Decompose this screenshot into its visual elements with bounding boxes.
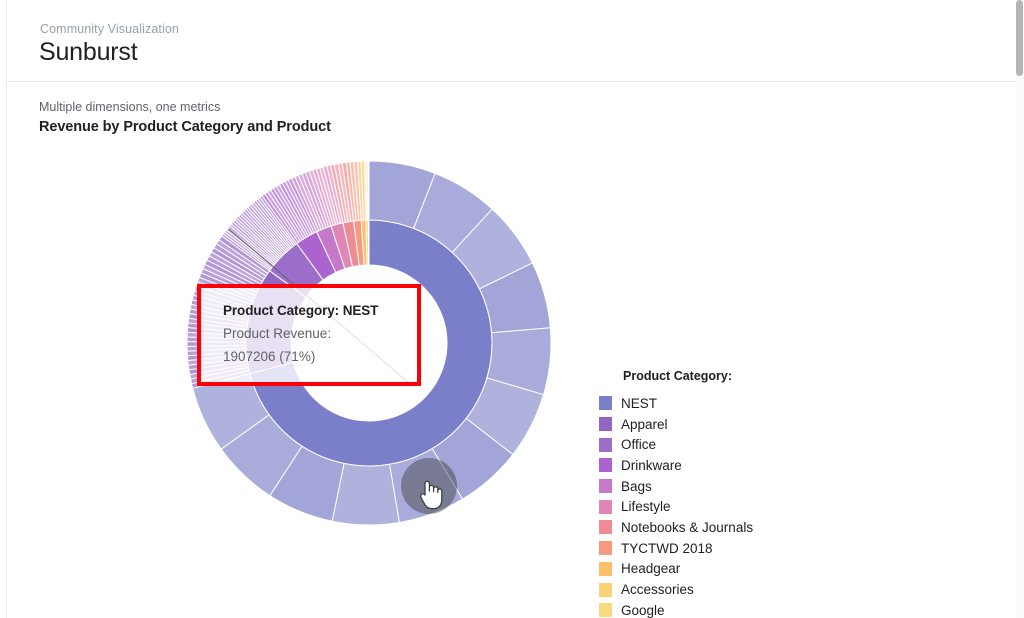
legend-item[interactable]: Office — [599, 434, 859, 455]
legend-swatch — [599, 520, 612, 534]
slice-tooltip: Product Category: NEST Product Revenue: … — [197, 284, 421, 386]
legend-swatch — [599, 583, 612, 597]
legend-label: TYCTWD 2018 — [621, 541, 713, 556]
report-header: Community Visualization Sunburst — [7, 0, 1017, 82]
tooltip-category: Product Category: NEST — [223, 300, 417, 322]
legend-item[interactable]: Google — [599, 600, 859, 618]
legend-item-list: NEST Apparel Office Drinkware Bags Lifestyle N… — [599, 393, 859, 618]
legend-label: Office — [621, 437, 656, 452]
legend: Product Category: NEST Apparel Office Drink… — [599, 369, 859, 618]
tooltip-metric-label: Product Revenue: — [223, 322, 417, 345]
legend-label: Drinkware — [621, 458, 682, 473]
legend-swatch — [599, 417, 612, 431]
legend-label: Lifestyle — [621, 499, 671, 514]
legend-item[interactable]: Accessories — [599, 579, 859, 600]
page-scrollbar-thumb[interactable] — [1016, 0, 1023, 76]
legend-label: Apparel — [621, 417, 668, 432]
legend-item[interactable]: Lifestyle — [599, 496, 859, 517]
legend-label: Google — [621, 603, 665, 618]
tooltip-metric-value: 1907206 (71%) — [223, 345, 417, 368]
legend-swatch — [599, 603, 612, 617]
legend-item[interactable]: Drinkware — [599, 455, 859, 476]
legend-label: Bags — [621, 479, 652, 494]
legend-item[interactable]: Bags — [599, 476, 859, 497]
legend-swatch — [599, 500, 612, 514]
legend-label: Headgear — [621, 561, 680, 576]
legend-swatch — [599, 396, 612, 410]
legend-item[interactable]: TYCTWD 2018 — [599, 538, 859, 559]
legend-label: Accessories — [621, 582, 694, 597]
sunburst-report-page: Community Visualization Sunburst Multipl… — [0, 0, 1024, 618]
chart-sub-label: Multiple dimensions, one metrics — [39, 100, 220, 114]
legend-item[interactable]: Notebooks & Journals — [599, 517, 859, 538]
legend-item[interactable]: Apparel — [599, 414, 859, 435]
legend-swatch — [599, 541, 612, 555]
chart-title: Revenue by Product Category and Product — [39, 119, 331, 135]
sunburst-inner-slice[interactable] — [368, 220, 369, 265]
legend-label: NEST — [621, 396, 657, 411]
page-scrollbar-track[interactable] — [1015, 0, 1024, 618]
legend-swatch — [599, 479, 612, 493]
chart-card: Multiple dimensions, one metrics Revenue… — [7, 83, 1017, 618]
legend-label: Notebooks & Journals — [621, 520, 753, 535]
page-title: Sunburst — [39, 38, 137, 67]
legend-swatch — [599, 438, 612, 452]
legend-swatch — [599, 458, 612, 472]
legend-item[interactable]: NEST — [599, 393, 859, 414]
report-eyebrow: Community Visualization — [40, 22, 179, 36]
sunburst-outer-slice[interactable] — [368, 161, 369, 220]
legend-swatch — [599, 562, 612, 576]
legend-title: Product Category: — [623, 369, 859, 383]
legend-item[interactable]: Headgear — [599, 559, 859, 580]
